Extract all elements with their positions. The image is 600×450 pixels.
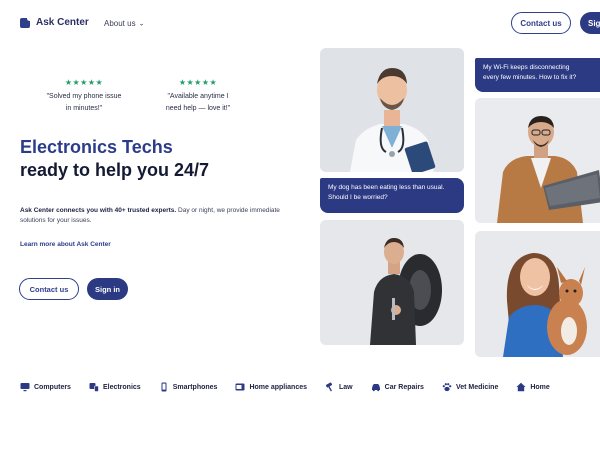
mechanic-photo xyxy=(320,220,464,345)
testimonial-text-line2: need help — love it!" xyxy=(165,105,231,112)
category-computers[interactable]: Computers xyxy=(20,382,71,392)
signin-button[interactable]: Sign in xyxy=(87,278,128,300)
category-bar: Computers Electronics Smartphones Home a… xyxy=(20,380,568,394)
header-contact-button[interactable]: Contact us xyxy=(511,12,571,34)
question-bubble-vet: My dog has been eating less than usual. … xyxy=(320,178,464,213)
veterinarian-photo xyxy=(475,231,600,357)
testimonial-text-line2: in minutes!" xyxy=(65,105,103,112)
nav-about-label: About us xyxy=(104,19,136,28)
paw-icon xyxy=(442,383,452,392)
question-bubble-wifi: My Wi-Fi keeps disconnecting every few m… xyxy=(475,58,600,92)
header-signin-button[interactable]: Sign in xyxy=(580,12,600,34)
category-law[interactable]: Law xyxy=(325,382,353,392)
category-electronics[interactable]: Electronics xyxy=(89,382,141,392)
category-label: Vet Medicine xyxy=(455,383,499,391)
category-home[interactable]: Home xyxy=(516,382,550,392)
category-home-appliances[interactable]: Home appliances xyxy=(235,382,307,392)
technician-photo xyxy=(475,98,600,223)
category-label: Law xyxy=(339,383,353,391)
category-label: Home appliances xyxy=(249,383,308,391)
category-label: Smartphones xyxy=(172,383,218,391)
monitor-icon xyxy=(20,383,30,392)
testimonial-2: ★★★★★ "Available anytime I need help — l… xyxy=(143,77,253,115)
contact-button[interactable]: Contact us xyxy=(19,278,79,300)
rating-stars: ★★★★★ xyxy=(178,78,218,87)
gavel-icon xyxy=(325,382,333,392)
category-vet-medicine[interactable]: Vet Medicine xyxy=(442,382,498,392)
category-car-repairs[interactable]: Car Repairs xyxy=(371,382,424,392)
nav-about-us[interactable]: About us ⌄ xyxy=(104,19,144,28)
logo[interactable]: Ask Center xyxy=(20,15,89,28)
logo-text: Ask Center xyxy=(36,17,89,28)
wifi-question-line1: My Wi-Fi keeps disconnecting xyxy=(483,64,570,71)
testimonial-1: ★★★★★ "Solved my phone issue in minutes!… xyxy=(29,77,139,115)
category-label: Home xyxy=(530,383,550,391)
testimonial-text-line1: "Solved my phone issue xyxy=(46,93,122,100)
car-icon xyxy=(371,384,380,392)
home-icon xyxy=(516,382,526,392)
devices-icon xyxy=(89,383,99,392)
hero-description-strong: Ask Center connects you with 40+ trusted… xyxy=(20,207,177,214)
smartphone-icon xyxy=(161,382,167,392)
hero-title-line2: ready to help you 24/7 xyxy=(20,160,210,180)
ask-center-landing: Ask Center About us ⌄ Contact us Sign in… xyxy=(0,0,600,450)
wifi-question-line2: every few minutes. How to fix it? xyxy=(483,74,577,81)
learn-more-link[interactable]: Learn more about Ask Center xyxy=(20,241,111,248)
category-smartphones[interactable]: Smartphones xyxy=(159,382,218,392)
doctor-photo xyxy=(320,48,464,172)
rating-stars: ★★★★★ xyxy=(64,78,104,87)
header: Ask Center About us ⌄ Contact us Sign in xyxy=(0,0,600,48)
testimonial-text-line1: "Available anytime I xyxy=(167,93,229,100)
chevron-down-icon: ⌄ xyxy=(138,20,145,27)
hero-description: Ask Center connects you with 40+ trusted… xyxy=(20,206,280,226)
category-label: Electronics xyxy=(102,383,141,391)
hero-title-line1: Electronics Techs xyxy=(20,137,173,157)
category-label: Car Repairs xyxy=(384,383,424,391)
category-label: Computers xyxy=(34,383,71,391)
appliance-icon xyxy=(235,383,245,391)
chat-bubble-icon xyxy=(20,15,32,28)
